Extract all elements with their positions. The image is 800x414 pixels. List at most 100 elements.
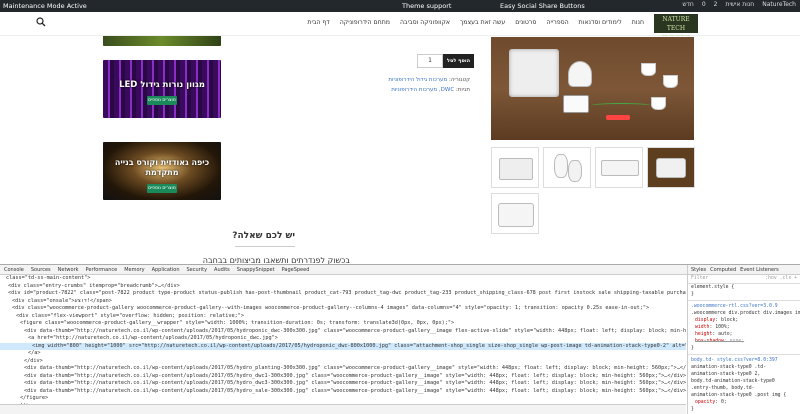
gallery-thumb-1[interactable] <box>491 147 539 188</box>
css-selector: animation-stack-type0 .td- <box>691 365 767 370</box>
styles-tab-computed[interactable]: Computed <box>710 267 736 273</box>
devtools-tab-network[interactable]: Network <box>58 267 79 273</box>
css-selector: } <box>691 407 694 412</box>
menu-item-diy[interactable]: עשה זאת בעצמך <box>460 19 505 26</box>
banner-led-title: מגוון נורות גידול LED <box>119 80 205 90</box>
adminbar-my-shop[interactable]: חנות אישית <box>726 1 755 8</box>
air-pump <box>568 61 592 87</box>
css-selector: animation-stack-type0 .post img { <box>691 393 787 398</box>
devtools-tab-application[interactable]: Application <box>152 267 180 273</box>
styles-tab-styles[interactable]: Styles <box>691 267 706 273</box>
banner-partial[interactable] <box>103 36 221 46</box>
faq-text: בכשוק לפנדרתים ותשאבו מביצותים בבחבה <box>202 256 350 264</box>
menu-item-courses[interactable]: לימודים וסדנאות <box>579 19 622 26</box>
dom-node-line[interactable]: </div> <box>0 358 686 366</box>
category-link[interactable]: מערכות גידול הידרופוניות <box>388 77 447 83</box>
air-tube <box>591 103 651 108</box>
gallery-thumb-4[interactable] <box>647 147 695 188</box>
css-rule-source[interactable]: body.td- style.css?ver=8.0:397 <box>688 357 800 364</box>
gallery-thumb-3[interactable] <box>595 147 643 188</box>
styles-tabs: Styles Computed Event Listeners <box>688 265 800 275</box>
menu-item-library[interactable]: הספרייה <box>546 19 568 26</box>
menu-item-shop[interactable]: חנות <box>632 19 644 26</box>
product-tags: תגיות: DWC, מערכות הידרופוניות <box>391 87 470 93</box>
banner-geodesic-dome[interactable]: כיפה גאודזית וקורס בנייה מתקדמת מוצרים נ… <box>103 142 221 200</box>
dom-node-line[interactable]: <div data-thumb="http://naturetech.co.il… <box>0 373 686 381</box>
dom-node-line[interactable]: <div data-thumb="http://naturetech.co.il… <box>0 380 686 388</box>
adminbar-updates-count[interactable]: 2 <box>714 1 718 8</box>
dom-node-line[interactable]: <div data-thumb="http://naturetech.co.il… <box>0 388 686 396</box>
dom-node-line[interactable]: <figure class="woocommerce-product-galle… <box>0 320 686 328</box>
css-selector: animation-stack-type0 2, <box>691 372 761 377</box>
css-property[interactable]: height: auto; <box>688 331 800 338</box>
css-rule-source[interactable]: .woocommerce-rtl.css?ver=3.0.9 <box>688 303 800 310</box>
dom-node-line[interactable]: <div class="flex-viewport" style="overfl… <box>0 313 686 321</box>
dom-node-line[interactable]: <div class="onsale">דוצע!</span> <box>0 298 686 306</box>
dom-node-line[interactable]: <div data-thumb="http://naturetech.co.il… <box>0 328 686 336</box>
adminbar-new[interactable]: חדש <box>682 1 693 8</box>
devtools-tab-memory[interactable]: Memory <box>124 267 144 273</box>
net-cup <box>641 63 656 76</box>
menu-item-videos[interactable]: סרטונים <box>515 19 536 26</box>
tags-label: תגיות: <box>455 87 470 93</box>
menu-item-home[interactable]: דף הבית <box>307 19 329 26</box>
dom-node-line[interactable]: <img width="800" height="1000" src="http… <box>0 342 686 350</box>
styles-pane: Styles Computed Event Listeners Filter :… <box>687 265 800 414</box>
add-to-cart-button[interactable]: הוסף לסל <box>443 54 474 68</box>
styles-rules: element.style {} .woocommerce-rtl.css?ver… <box>688 284 800 414</box>
css-property[interactable]: display: block; <box>688 317 800 324</box>
gallery-thumb-2[interactable] <box>543 147 591 188</box>
devtools-tab-console[interactable]: Console <box>4 267 24 273</box>
gallery-thumb-5[interactable] <box>491 193 539 234</box>
css-property[interactable]: width: 100%; <box>688 324 800 331</box>
tags-link[interactable]: DWC, מערכות הידרופוניות <box>391 87 454 93</box>
banner-dome-button[interactable]: מוצרים נוספים <box>147 184 177 193</box>
elements-dom-tree[interactable]: class="td-ss-main-content"> <div class="e… <box>0 275 686 404</box>
banner-led-lights[interactable]: מגוון נורות גידול LED מוצרים נוספים <box>103 60 221 118</box>
dom-breadcrumb[interactable] <box>0 404 686 414</box>
pump-box <box>563 95 589 113</box>
maintenance-mode-link[interactable]: Maintenance Mode Active <box>3 2 87 10</box>
quantity-input[interactable]: 1 <box>417 54 443 68</box>
devtools-tab-sources[interactable]: Sources <box>31 267 51 273</box>
net-cup <box>663 75 678 88</box>
filter-hint[interactable]: :hov .cls + <box>765 276 797 281</box>
dom-node-line[interactable]: <div class="entry-crumbs" itemprop="brea… <box>0 283 686 291</box>
logo-main-text: NATURE TECH <box>662 16 690 32</box>
css-property[interactable]: box-shadow: none; <box>688 338 800 345</box>
dom-node-line[interactable]: <div class="woocommerce-product-gallery … <box>0 305 686 313</box>
css-selector: } <box>691 292 694 297</box>
dom-node-line[interactable]: <div data-thumb="http://naturetech.co.il… <box>0 365 686 373</box>
category-label: קטגוריה: <box>448 77 470 83</box>
devtools-tab-performance[interactable]: Performance <box>86 267 118 273</box>
devtools-tab-pagespeed[interactable]: PageSpeed <box>282 267 310 273</box>
adminbar-comments-count[interactable]: 0 <box>702 1 706 8</box>
banner-dome-title: כיפה גאודזית וקורס בנייה מתקדמת <box>114 158 210 177</box>
banner-led-button[interactable]: מוצרים נוספים <box>147 96 177 105</box>
menu-item-aquaponics[interactable]: אקוופוניקה וסביבה <box>400 19 450 26</box>
air-stone <box>606 115 630 120</box>
product-main-image[interactable] <box>491 37 694 140</box>
dom-node-line[interactable]: <div id="product-7822" class="post-7822 … <box>0 290 686 298</box>
dom-node-line[interactable]: class="td-ss-main-content"> <box>0 275 686 283</box>
devtools-tab-audits[interactable]: Audits <box>214 267 230 273</box>
css-property[interactable]: opacity: 0; <box>688 399 800 406</box>
page-content: מגוון נורות גידול LED מוצרים נוספים כיפה… <box>0 36 800 264</box>
adminbar-site-name[interactable]: NatureTech <box>762 1 796 8</box>
dom-node-line[interactable]: </a> <box>0 350 686 358</box>
devtools-tab-snappysnippet[interactable]: SnappySnippet <box>237 267 275 273</box>
css-selector: element.style { <box>691 285 735 290</box>
dom-node-line[interactable]: <a href="http://naturetech.co.il/wp-cont… <box>0 335 686 343</box>
site-logo[interactable]: NATURE TECH טכנולוגיה של טבע <box>654 14 698 38</box>
menu-item-hydroponics[interactable]: מתחם הידרופוניקה <box>340 19 390 26</box>
styles-filter-input[interactable]: Filter :hov .cls + <box>688 275 800 284</box>
social-share-link[interactable]: Easy Social Share Buttons <box>500 2 585 10</box>
devtools-panel: Console Sources Network Performance Memo… <box>0 264 800 414</box>
search-icon[interactable] <box>36 17 46 27</box>
devtools-tabs: Console Sources Network Performance Memo… <box>0 265 688 275</box>
devtools-tab-security[interactable]: Security <box>187 267 208 273</box>
dom-node-line[interactable]: </figure> <box>0 395 686 403</box>
styles-tab-event-listeners[interactable]: Event Listeners <box>740 267 779 273</box>
theme-support-link[interactable]: Theme support <box>402 2 451 10</box>
hydroponic-tray <box>509 49 559 97</box>
